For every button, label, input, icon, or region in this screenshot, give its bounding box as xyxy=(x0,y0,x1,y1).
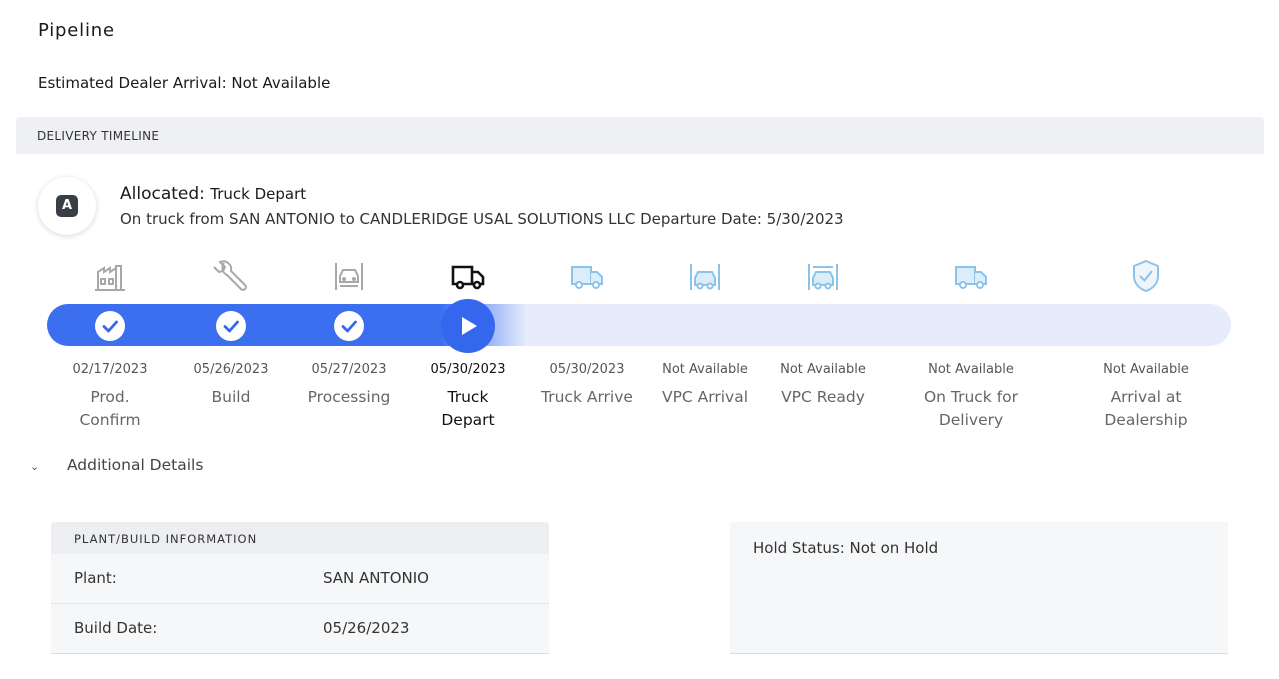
step-marker-current xyxy=(441,299,495,353)
truck-arrive-icon xyxy=(567,258,607,294)
plant-row: Plant: SAN ANTONIO xyxy=(51,554,549,604)
page-title: Pipeline xyxy=(38,20,115,41)
card-header: DELIVERY TIMELINE xyxy=(16,117,1264,154)
plant-label: Plant: xyxy=(74,569,117,587)
vpc-arrival-icon xyxy=(685,258,725,294)
build-date-label: Build Date: xyxy=(74,619,158,637)
status-current-step: Truck Depart xyxy=(210,185,307,203)
step-marker-completed xyxy=(95,311,125,341)
step-label: Arrival at Dealership xyxy=(1104,388,1188,429)
step-date: 05/30/2023 xyxy=(549,362,625,377)
plant-build-header-title: PLANT/BUILD INFORMATION xyxy=(74,532,258,546)
status-state: Allocated: xyxy=(120,184,205,204)
status-avatar: A xyxy=(38,177,96,235)
status-description: On truck from SAN ANTONIO to CANDLERIDGE… xyxy=(120,210,844,228)
wrench-icon xyxy=(211,258,251,294)
step-date: 05/30/2023 xyxy=(430,362,506,377)
additional-details-toggle[interactable]: ⌄ Additional Details xyxy=(30,456,203,474)
step-label: VPC Arrival xyxy=(661,388,749,406)
plant-build-header: PLANT/BUILD INFORMATION xyxy=(51,522,549,554)
step-label: On Truck for Delivery xyxy=(923,388,1019,429)
hold-status: Hold Status: Not on Hold xyxy=(753,539,939,557)
chevron-down-icon: ⌄ xyxy=(30,460,40,473)
step-date: Not Available xyxy=(662,362,748,377)
additional-details-label: Additional Details xyxy=(66,456,204,474)
step-date: Not Available xyxy=(928,362,1014,377)
status-badge: A xyxy=(56,195,78,217)
estimated-arrival: Estimated Dealer Arrival: Not Available xyxy=(38,74,331,92)
step-label: VPC Ready xyxy=(781,388,865,406)
step-label: Build xyxy=(211,388,251,406)
step-date: Not Available xyxy=(1103,362,1189,377)
step-date: 02/17/2023 xyxy=(72,362,148,377)
step-label: Truck Depart xyxy=(441,388,495,429)
vpc-ready-icon xyxy=(803,258,843,294)
step-date: 05/26/2023 xyxy=(193,362,269,377)
step-label: Prod. Confirm xyxy=(79,388,141,429)
truck-icon xyxy=(448,258,488,294)
shield-check-icon xyxy=(1126,258,1166,294)
step-date: Not Available xyxy=(780,362,866,377)
factory-icon xyxy=(90,258,130,294)
plant-value: SAN ANTONIO xyxy=(323,569,429,587)
step-marker-completed xyxy=(216,311,246,341)
car-lift-icon xyxy=(329,258,369,294)
status-line: Allocated: Truck Depart xyxy=(120,184,306,204)
step-label: Truck Arrive xyxy=(541,388,633,406)
step-label: Processing xyxy=(307,388,391,406)
build-date-row: Build Date: 05/26/2023 xyxy=(51,604,549,654)
plant-build-panel: PLANT/BUILD INFORMATION Plant: SAN ANTON… xyxy=(51,522,549,654)
build-date-value: 05/26/2023 xyxy=(323,619,410,637)
card-header-title: DELIVERY TIMELINE xyxy=(37,129,160,143)
step-marker-completed xyxy=(334,311,364,341)
hold-status-panel: Hold Status: Not on Hold xyxy=(730,522,1228,654)
step-date: 05/27/2023 xyxy=(311,362,387,377)
delivery-truck-icon xyxy=(951,258,991,294)
